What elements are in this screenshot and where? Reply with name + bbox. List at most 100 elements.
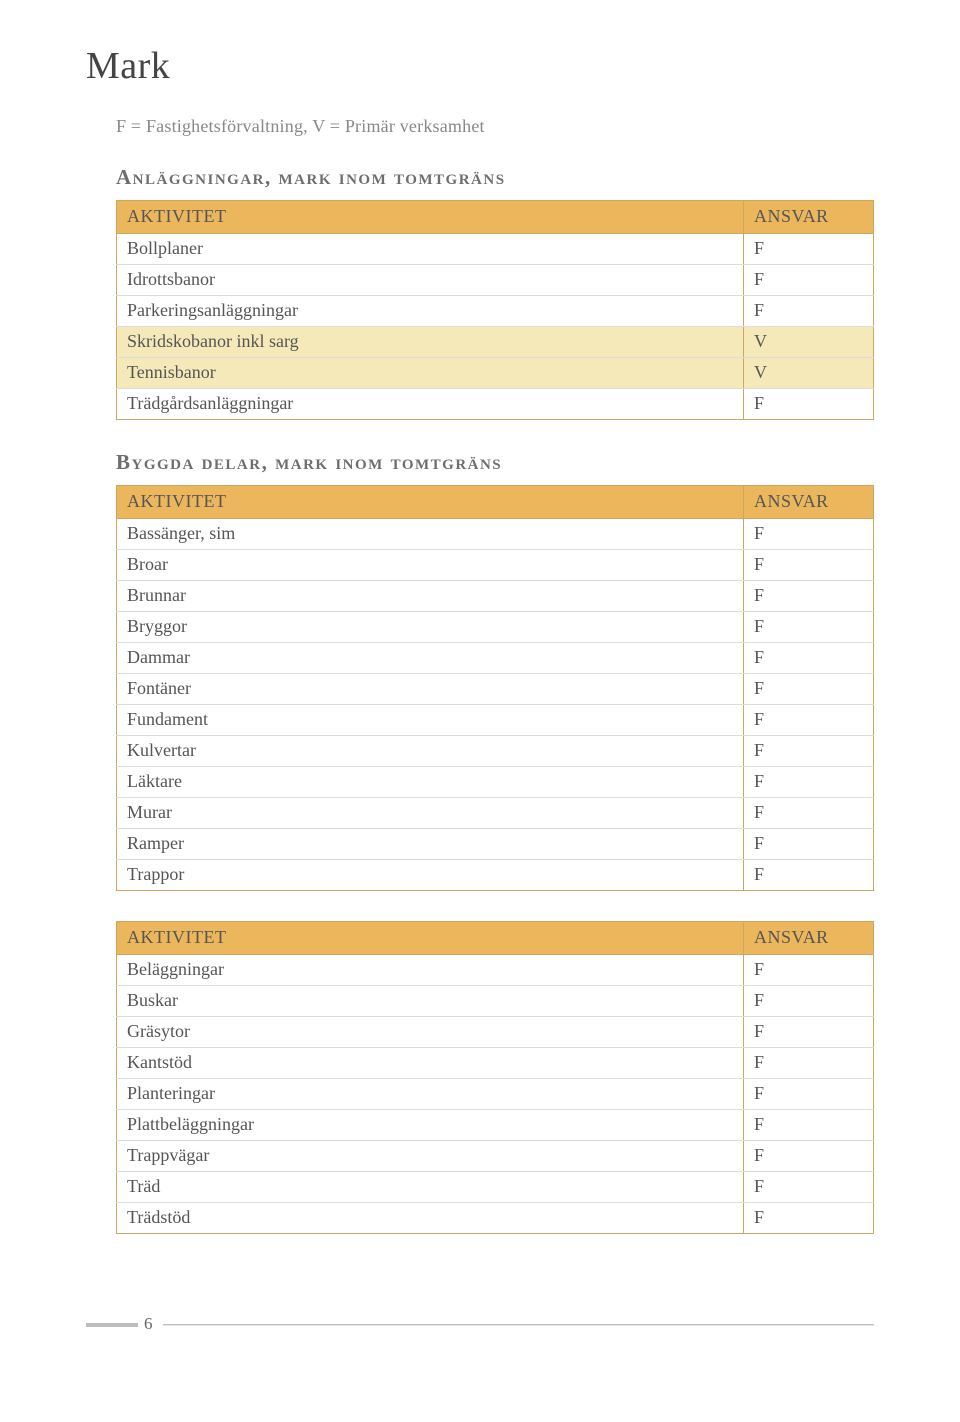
cell-ansvar: F: [744, 860, 874, 891]
page-title: Mark: [86, 44, 874, 88]
table-row: TrädstödF: [117, 1203, 874, 1234]
cell-ansvar: F: [744, 389, 874, 420]
cell-aktivitet: Dammar: [117, 643, 744, 674]
cell-aktivitet: Kulvertar: [117, 736, 744, 767]
table-row: BryggorF: [117, 612, 874, 643]
cell-ansvar: F: [744, 643, 874, 674]
legend-text: F = Fastighetsförvaltning, V = Primär ve…: [116, 116, 874, 137]
table-row: TrädgårdsanläggningarF: [117, 389, 874, 420]
cell-aktivitet: Tennisbanor: [117, 358, 744, 389]
cell-ansvar: F: [744, 1203, 874, 1234]
table2-header-ansvar: ANSVAR: [744, 486, 874, 519]
table-row: ParkeringsanläggningarF: [117, 296, 874, 327]
table-row: BroarF: [117, 550, 874, 581]
table-row: TrapporF: [117, 860, 874, 891]
cell-ansvar: F: [744, 296, 874, 327]
page-footer: 6: [86, 1314, 874, 1336]
table-row: BuskarF: [117, 986, 874, 1017]
cell-ansvar: F: [744, 767, 874, 798]
cell-aktivitet: Buskar: [117, 986, 744, 1017]
section-1: AKTIVITET ANSVAR BollplanerFIdrottsbanor…: [116, 200, 874, 420]
table-row: GräsytorF: [117, 1017, 874, 1048]
table-row: BollplanerF: [117, 234, 874, 265]
table-row: TennisbanorV: [117, 358, 874, 389]
table-row: TrappvägarF: [117, 1141, 874, 1172]
cell-ansvar: F: [744, 1110, 874, 1141]
table-2: AKTIVITET ANSVAR Bassänger, simFBroarFBr…: [116, 485, 874, 891]
cell-aktivitet: Bryggor: [117, 612, 744, 643]
cell-ansvar: F: [744, 519, 874, 550]
table1-header-ansvar: ANSVAR: [744, 201, 874, 234]
table-row: Skridskobanor inkl sargV: [117, 327, 874, 358]
cell-aktivitet: Idrottsbanor: [117, 265, 744, 296]
cell-aktivitet: Parkeringsanläggningar: [117, 296, 744, 327]
cell-ansvar: F: [744, 705, 874, 736]
cell-aktivitet: Läktare: [117, 767, 744, 798]
cell-ansvar: F: [744, 1079, 874, 1110]
section-3: AKTIVITET ANSVAR BeläggningarFBuskarFGrä…: [116, 921, 874, 1234]
table-row: FontänerF: [117, 674, 874, 705]
table-row: KantstödF: [117, 1048, 874, 1079]
cell-ansvar: F: [744, 234, 874, 265]
cell-ansvar: F: [744, 955, 874, 986]
cell-ansvar: F: [744, 581, 874, 612]
cell-aktivitet: Trädstöd: [117, 1203, 744, 1234]
cell-ansvar: F: [744, 612, 874, 643]
table-row: LäktareF: [117, 767, 874, 798]
cell-ansvar: F: [744, 798, 874, 829]
cell-ansvar: F: [744, 1172, 874, 1203]
table-row: Bassänger, simF: [117, 519, 874, 550]
cell-aktivitet: Broar: [117, 550, 744, 581]
section-2: AKTIVITET ANSVAR Bassänger, simFBroarFBr…: [116, 485, 874, 891]
section-heading-1: Anläggningar, mark inom tomtgräns: [116, 165, 874, 190]
cell-aktivitet: Trädgårdsanläggningar: [117, 389, 744, 420]
table-row: FundamentF: [117, 705, 874, 736]
table3-header-aktivitet: AKTIVITET: [117, 922, 744, 955]
cell-aktivitet: Murar: [117, 798, 744, 829]
cell-aktivitet: Bollplaner: [117, 234, 744, 265]
cell-aktivitet: Träd: [117, 1172, 744, 1203]
table1-header-aktivitet: AKTIVITET: [117, 201, 744, 234]
table-row: MurarF: [117, 798, 874, 829]
cell-aktivitet: Kantstöd: [117, 1048, 744, 1079]
cell-aktivitet: Fundament: [117, 705, 744, 736]
cell-aktivitet: Brunnar: [117, 581, 744, 612]
cell-aktivitet: Bassänger, sim: [117, 519, 744, 550]
table2-header-aktivitet: AKTIVITET: [117, 486, 744, 519]
cell-ansvar: F: [744, 265, 874, 296]
cell-aktivitet: Fontäner: [117, 674, 744, 705]
table-1: AKTIVITET ANSVAR BollplanerFIdrottsbanor…: [116, 200, 874, 420]
table-row: DammarF: [117, 643, 874, 674]
table-row: BeläggningarF: [117, 955, 874, 986]
table-row: PlanteringarF: [117, 1079, 874, 1110]
cell-aktivitet: Skridskobanor inkl sarg: [117, 327, 744, 358]
cell-aktivitet: Gräsytor: [117, 1017, 744, 1048]
cell-aktivitet: Ramper: [117, 829, 744, 860]
footer-rule-thin: [163, 1324, 875, 1326]
footer-rule-thick: [86, 1323, 138, 1327]
cell-aktivitet: Planteringar: [117, 1079, 744, 1110]
cell-ansvar: F: [744, 1048, 874, 1079]
cell-ansvar: F: [744, 674, 874, 705]
cell-ansvar: F: [744, 829, 874, 860]
table-row: TrädF: [117, 1172, 874, 1203]
table-3: AKTIVITET ANSVAR BeläggningarFBuskarFGrä…: [116, 921, 874, 1234]
cell-ansvar: V: [744, 358, 874, 389]
cell-ansvar: F: [744, 1017, 874, 1048]
cell-ansvar: V: [744, 327, 874, 358]
cell-ansvar: F: [744, 736, 874, 767]
cell-aktivitet: Beläggningar: [117, 955, 744, 986]
cell-ansvar: F: [744, 550, 874, 581]
cell-ansvar: F: [744, 1141, 874, 1172]
table-row: BrunnarF: [117, 581, 874, 612]
cell-ansvar: F: [744, 986, 874, 1017]
cell-aktivitet: Trappor: [117, 860, 744, 891]
table-row: KulvertarF: [117, 736, 874, 767]
table3-header-ansvar: ANSVAR: [744, 922, 874, 955]
section-heading-2: Byggda delar, mark inom tomtgräns: [116, 450, 874, 475]
table-row: IdrottsbanorF: [117, 265, 874, 296]
cell-aktivitet: Plattbeläggningar: [117, 1110, 744, 1141]
page-number: 6: [144, 1314, 153, 1336]
cell-aktivitet: Trappvägar: [117, 1141, 744, 1172]
table-row: RamperF: [117, 829, 874, 860]
